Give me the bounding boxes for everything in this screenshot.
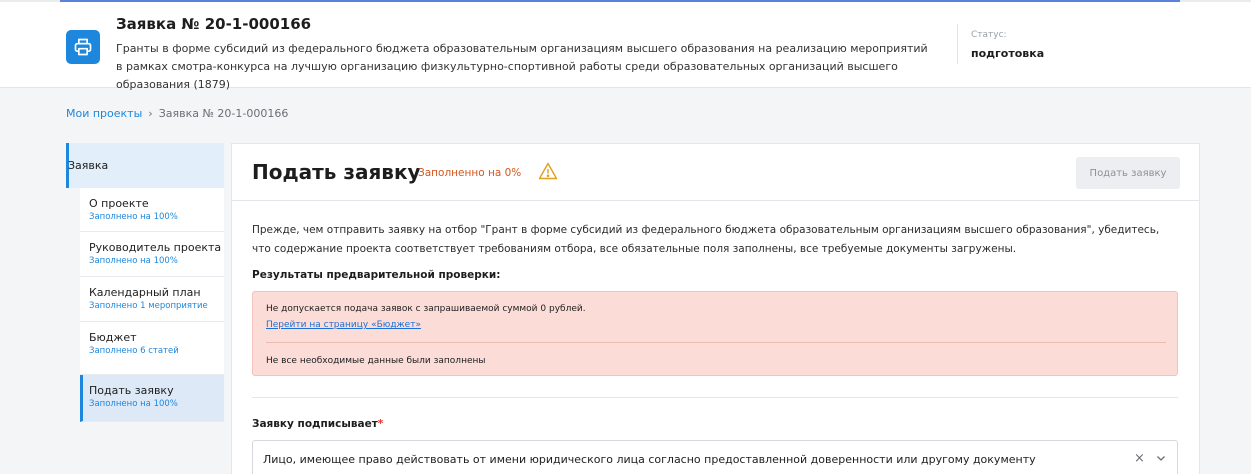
- breadcrumb-current: Заявка № 20-1-000166: [158, 107, 289, 120]
- required-marker: *: [377, 418, 384, 430]
- sidebar-item-project-head[interactable]: Руководитель проекта Заполнено на 100%: [80, 232, 224, 277]
- section-divider: [252, 397, 1178, 398]
- sidebar-header[interactable]: Заявка: [66, 143, 224, 188]
- breadcrumb-separator-icon: ›: [148, 107, 153, 120]
- panel-header: Подать заявку Заполненно на 0% Подать за…: [232, 144, 1199, 201]
- signer-label-text: Заявку подписывает: [252, 418, 378, 430]
- application-description: Гранты в форме субсидий из федерального …: [116, 42, 928, 91]
- sidebar-header-label: Заявка: [68, 159, 109, 172]
- alert-divider: [266, 342, 1166, 343]
- sidebar-item-budget[interactable]: Бюджет Заполнено 6 статей: [80, 322, 224, 375]
- sidebar-item-progress: Заполнено на 100%: [89, 212, 178, 222]
- sidebar-item-label: Руководитель проекта: [89, 241, 222, 254]
- signer-field-label: Заявку подписывает*: [252, 418, 383, 430]
- alert-message-missing-data: Не все необходимые данные были заполнены: [266, 356, 486, 366]
- page-title: Подать заявку: [252, 160, 421, 184]
- breadcrumb: Мои проекты › Заявка № 20-1-000166: [66, 107, 288, 120]
- submit-panel: Подать заявку Заполненно на 0% Подать за…: [231, 143, 1200, 474]
- sidebar-item-progress: Заполнено 6 статей: [89, 346, 179, 356]
- application-title: Заявка № 20-1-000166: [116, 15, 312, 33]
- printer-icon: [66, 30, 100, 64]
- go-to-budget-link[interactable]: Перейти на страницу «Бюджет»: [266, 320, 421, 330]
- sidebar-item-label: Бюджет: [89, 331, 137, 344]
- sidebar-item-label: Календарный план: [89, 286, 201, 299]
- signer-select[interactable]: Лицо, имеющее право действовать от имени…: [252, 440, 1178, 474]
- validation-alert: Не допускается подача заявок с запрашива…: [252, 291, 1178, 376]
- warning-icon: [538, 162, 558, 180]
- sidebar-item-label: Подать заявку: [89, 384, 174, 397]
- clear-icon[interactable]: ×: [1134, 451, 1145, 466]
- breadcrumb-my-projects-link[interactable]: Мои проекты: [66, 107, 142, 120]
- chevron-down-icon[interactable]: [1156, 453, 1166, 463]
- submit-application-button[interactable]: Подать заявку: [1076, 157, 1180, 189]
- alert-message-zero-amount: Не допускается подача заявок с запрашива…: [266, 304, 586, 314]
- fill-status-badge: Заполненно на 0%: [418, 167, 522, 179]
- sidebar-item-progress: Заполнено на 100%: [89, 256, 178, 266]
- sidebar-item-label: О проекте: [89, 197, 149, 210]
- signer-selected-value: Лицо, имеющее право действовать от имени…: [263, 453, 1036, 466]
- sidebar-item-progress: Заполнено на 100%: [89, 399, 178, 409]
- sidebar-item-progress: Заполнено 1 мероприятие: [89, 301, 208, 311]
- status-divider: [957, 24, 958, 64]
- sidebar-item-about-project[interactable]: О проекте Заполнено на 100%: [80, 188, 224, 232]
- sidebar-item-calendar-plan[interactable]: Календарный план Заполнено 1 мероприятие: [80, 277, 224, 322]
- status-label: Статус:: [971, 30, 1007, 40]
- check-results-title: Результаты предварительной проверки:: [252, 269, 501, 281]
- application-sidebar: Заявка О проекте Заполнено на 100% Руков…: [66, 143, 224, 423]
- status-value: подготовка: [971, 47, 1045, 60]
- sidebar-item-submit[interactable]: Подать заявку Заполнено на 100%: [80, 375, 224, 422]
- intro-text: Прежде, чем отправить заявку на отбор "Г…: [252, 224, 1160, 255]
- application-header: Заявка № 20-1-000166 Гранты в форме субс…: [0, 2, 1251, 91]
